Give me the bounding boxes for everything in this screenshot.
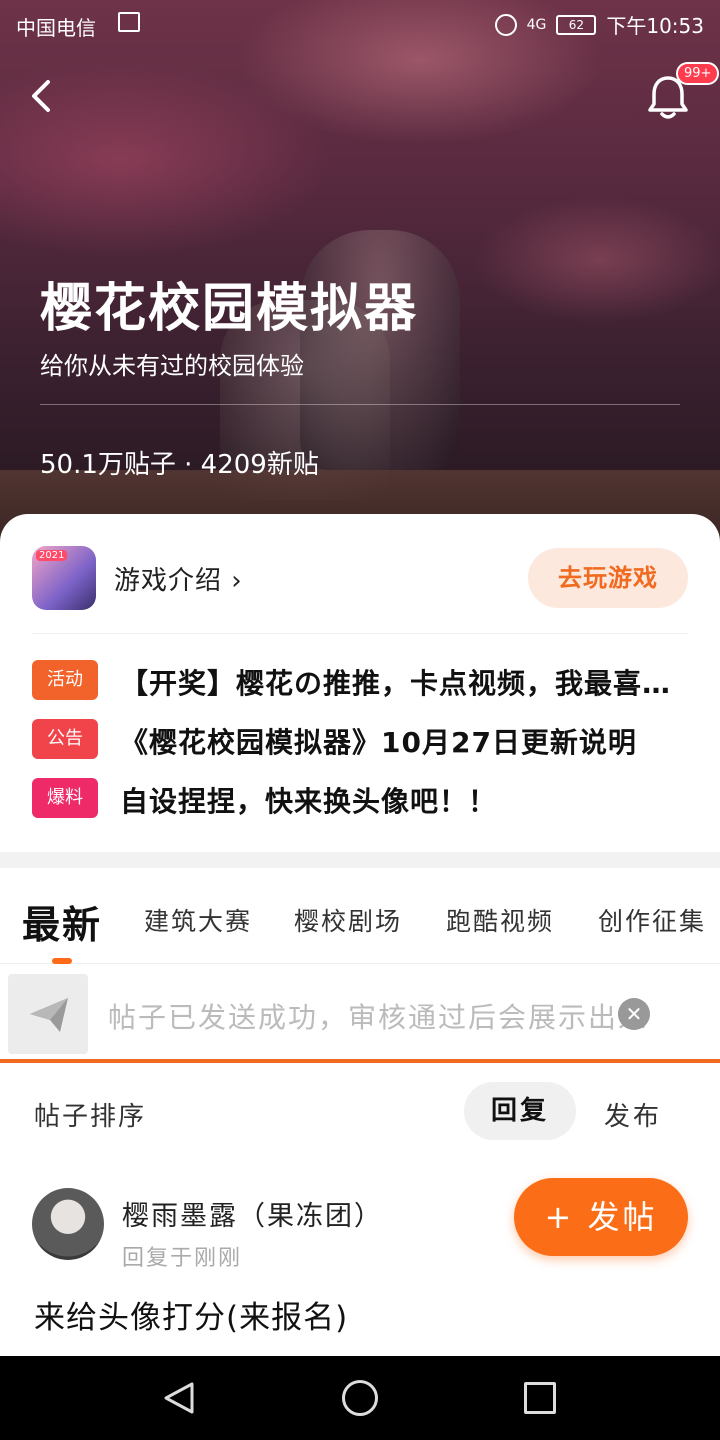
progress-line — [0, 1059, 720, 1063]
notice-announcement[interactable]: 公告 《樱花校园模拟器》10月27日更新说明 — [32, 719, 688, 759]
notice-badge: 活动 — [32, 660, 98, 700]
tab-creation-call[interactable]: 创作征集 — [598, 902, 706, 938]
nav-home-icon[interactable] — [342, 1380, 378, 1416]
game-intro-link[interactable]: 游戏介绍 › — [114, 560, 243, 597]
nav-recents-icon[interactable] — [524, 1382, 556, 1414]
notice-text: 《樱花校园模拟器》10月27日更新说明 — [120, 726, 637, 759]
post-title[interactable]: 来给头像打分(来报名) — [34, 1292, 348, 1337]
tab-parkour-video[interactable]: 跑酷视频 — [446, 902, 554, 938]
new-post-button[interactable]: + 发帖 — [514, 1178, 688, 1256]
author-name[interactable]: 樱雨墨露（果冻团） — [122, 1194, 383, 1233]
nav-back-icon[interactable] — [162, 1380, 198, 1416]
app-icon-tag: 2021 — [36, 550, 68, 561]
status-bar: 中国电信 4G 62 下午10:53 — [0, 0, 720, 50]
notice-badge: 爆料 — [32, 778, 98, 818]
tab-building-contest[interactable]: 建筑大赛 — [144, 902, 252, 938]
sort-by-reply-button[interactable]: 回复 — [464, 1082, 576, 1140]
app-icon[interactable]: 2021 — [32, 546, 96, 610]
notice-text: 【开奖】樱花の推推，卡点视频，我最喜欢的角色 — [120, 667, 690, 700]
system-nav-bar — [0, 1356, 720, 1440]
hero-divider — [40, 404, 680, 405]
sort-label: 帖子排序 — [34, 1102, 147, 1132]
section-gap — [0, 852, 720, 868]
category-tabs: 最新 建筑大赛 樱校剧场 跑酷视频 创作征集 — [0, 868, 720, 964]
notice-badge: 公告 — [32, 719, 98, 759]
tab-latest[interactable]: 最新 — [22, 894, 102, 949]
notice-text: 自设捏捏，快来换头像吧！！ — [120, 785, 498, 818]
clock: 下午10:53 — [606, 14, 704, 38]
avatar[interactable] — [32, 1188, 104, 1260]
divider — [32, 633, 688, 634]
notice-activity[interactable]: 活动 【开奖】樱花の推推，卡点视频，我最喜欢的角色 — [32, 660, 690, 700]
sort-row: 帖子排序 回复 发布 — [0, 1080, 720, 1144]
game-title: 樱花校园模拟器 — [40, 279, 419, 339]
post-stats: 50.1万贴子 · 4209新贴 — [40, 450, 319, 480]
send-icon — [8, 974, 88, 1054]
send-status-text: 帖子已发送成功，审核通过后会展示出来 — [108, 1001, 649, 1034]
carrier-label: 中国电信 — [16, 16, 96, 40]
battery-icon: 62 — [556, 14, 597, 35]
sort-by-post-button[interactable]: 发布 — [604, 1096, 662, 1133]
hero-banner: 中国电信 4G 62 下午10:53 99+ 樱花校园模拟器 给你从未有过的校园… — [0, 0, 720, 560]
tab-school-theater[interactable]: 樱校剧场 — [294, 902, 402, 938]
send-status-banner: 帖子已发送成功，审核通过后会展示出来 ✕ — [0, 964, 720, 1062]
game-subtitle: 给你从未有过的校园体验 — [40, 352, 304, 380]
signal-label: 4G — [526, 16, 547, 33]
notification-badge: 99+ — [676, 62, 720, 85]
close-icon[interactable]: ✕ — [618, 998, 650, 1030]
chevron-left-icon — [32, 80, 50, 112]
back-button[interactable] — [22, 72, 62, 120]
play-game-button[interactable]: 去玩游戏 — [528, 548, 688, 608]
alarm-icon — [494, 13, 517, 36]
image-notification-icon — [118, 12, 140, 32]
game-intro-row: 2021 游戏介绍 › 去玩游戏 — [32, 546, 688, 610]
notice-leak[interactable]: 爆料 自设捏捏，快来换头像吧！！ — [32, 778, 688, 818]
post-meta: 回复于刚刚 — [122, 1246, 243, 1271]
